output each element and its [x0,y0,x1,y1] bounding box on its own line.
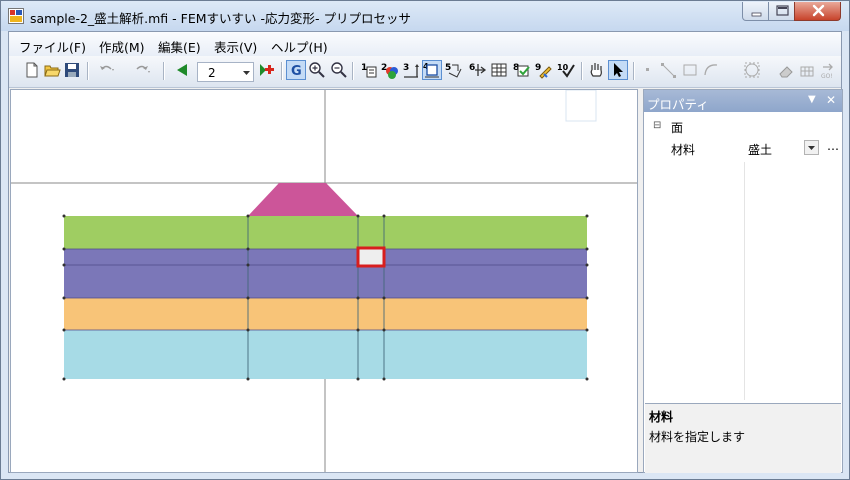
svg-text:3: 3 [403,63,409,73]
drawing-canvas[interactable] [10,89,638,473]
mesh-tool-icon[interactable] [798,61,816,79]
erase-tool-icon[interactable] [777,61,795,79]
polygon-tool-icon[interactable] [743,61,761,79]
node-number-icon[interactable]: 1 [360,61,378,79]
point-tool-icon[interactable] [639,61,657,79]
properties-title: プロパティ [647,97,709,112]
property-description: 材料 材料を指定します [645,403,841,473]
menu-create[interactable]: 作成(M) [99,37,145,56]
description-title: 材料 [649,410,674,424]
category-label: 面 [671,121,684,135]
model-view[interactable] [11,90,638,473]
panel-close-icon[interactable]: ✕ [826,93,836,107]
svg-text:1: 1 [361,63,367,73]
arc-tool-icon[interactable] [702,61,720,79]
properties-header: プロパティ ▼ ✕ [644,90,842,112]
svg-text:10: 10 [557,63,569,72]
svg-text:9: 9 [535,63,541,73]
overview-box [565,90,597,122]
svg-text:6: 6 [469,63,475,73]
menu-file[interactable]: ファイル(F) [19,37,86,56]
pin-dropdown-icon[interactable]: ▼ [808,94,816,105]
go-run-icon[interactable]: GO! [819,61,837,79]
layer-purple [64,249,587,298]
select-arrow-icon[interactable] [608,60,628,80]
zoom-out-icon[interactable] [330,61,348,79]
ellipsis-button[interactable]: … [827,139,839,153]
description-text: 材料を指定します [649,430,746,444]
add-step-icon[interactable] [257,61,275,79]
properties-panel: プロパティ ▼ ✕ ⊟ 面 材料 盛土 … 材料 材料を指定します [643,89,843,473]
chevron-down-icon[interactable] [240,63,253,81]
menu-help[interactable]: ヘルプ(H) [271,37,328,56]
title-bar[interactable]: sample-2_盛土解析.mfi - FEMすいすい -応力変形- プリプロセ… [1,1,849,31]
menu-bar: ファイル(F) 作成(M) 編集(E) 表示(V) ヘルプ(H) [9,32,841,56]
rectangle-tool-icon[interactable] [681,61,699,79]
table-icon[interactable] [490,61,508,79]
save-icon[interactable] [63,61,81,79]
svg-text:5: 5 [445,63,451,73]
embankment-region [248,183,358,216]
svg-text:GO!: GO! [821,73,833,79]
material-number-icon[interactable]: 8 [513,61,531,79]
material-dropdown-button[interactable] [804,140,819,155]
window-title: sample-2_盛土解析.mfi - FEMすいすい -応力変形- プリプロセ… [30,11,411,26]
material-color-icon[interactable]: 2 [381,61,399,79]
redo-icon[interactable] [133,61,151,79]
grid-toggle-icon[interactable]: G [286,60,306,80]
open-folder-icon[interactable] [43,61,61,79]
menu-view[interactable]: 表示(V) [214,37,257,56]
element-frame-icon[interactable]: 4 [422,60,442,80]
zoom-in-icon[interactable] [308,61,326,79]
undo-icon[interactable] [97,61,115,79]
element-number-icon[interactable]: 5 [445,61,463,79]
new-file-icon[interactable] [23,61,41,79]
dimension-icon[interactable]: 3 [402,61,420,79]
layer-green [64,216,587,249]
app-logo-icon [8,8,24,24]
property-label-material: 材料 [671,143,696,157]
client-area: ファイル(F) 作成(M) 編集(E) 表示(V) ヘルプ(H) 2 G 1 2… [8,31,843,473]
close-button[interactable] [794,2,841,21]
pan-hand-icon[interactable] [587,61,605,79]
zoom-level-select[interactable]: 2 [197,62,254,82]
material-value: 盛土 [748,143,773,157]
validate-check-icon[interactable]: 10 [557,61,575,79]
layer-cyan [64,330,587,379]
line-tool-icon[interactable] [659,61,677,79]
selected-element [356,246,386,268]
app-window: sample-2_盛土解析.mfi - FEMすいすい -応力変形- プリプロセ… [0,0,850,480]
zoom-level-value: 2 [208,66,216,80]
toolbar: 2 G 1 2 3 4 5 6 8 9 10 GO! [9,56,841,88]
boundary-condition-icon[interactable]: 6 [469,61,487,79]
minimize-button[interactable] [742,2,769,21]
collapse-icon[interactable]: ⊟ [653,120,661,131]
menu-edit[interactable]: 編集(E) [158,37,201,56]
previous-step-icon[interactable] [173,61,191,79]
property-grid-divider [744,162,745,400]
layer-orange [64,298,587,330]
maximize-button[interactable] [768,2,795,21]
svg-text:G: G [291,64,302,79]
edit-check-icon[interactable]: 9 [535,61,553,79]
